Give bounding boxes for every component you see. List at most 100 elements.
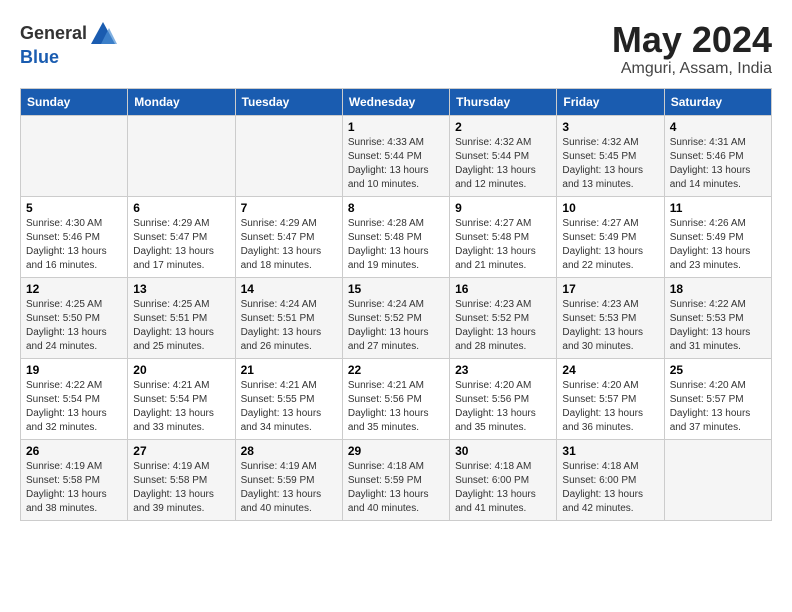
logo-general-text: General — [20, 24, 87, 44]
day-info: Sunrise: 4:22 AMSunset: 5:53 PMDaylight:… — [670, 298, 766, 354]
day-info: Sunrise: 4:32 AMSunset: 5:44 PMDaylight:… — [455, 136, 551, 192]
calendar-cell: 13 Sunrise: 4:25 AMSunset: 5:51 PMDayligh… — [128, 277, 235, 358]
day-number: 2 — [455, 120, 551, 134]
calendar-cell: 14 Sunrise: 4:24 AMSunset: 5:51 PMDayligh… — [235, 277, 342, 358]
day-number: 9 — [455, 201, 551, 215]
day-number: 17 — [562, 282, 658, 296]
calendar-week-row: 19 Sunrise: 4:22 AMSunset: 5:54 PMDayligh… — [21, 358, 772, 439]
day-number: 29 — [348, 444, 444, 458]
day-number: 19 — [26, 363, 122, 377]
calendar-header-row: SundayMondayTuesdayWednesdayThursdayFrid… — [21, 88, 772, 115]
day-info: Sunrise: 4:19 AMSunset: 5:58 PMDaylight:… — [133, 460, 229, 516]
month-title: May 2024 — [612, 20, 772, 60]
day-info: Sunrise: 4:32 AMSunset: 5:45 PMDaylight:… — [562, 136, 658, 192]
day-number: 22 — [348, 363, 444, 377]
calendar-cell: 31 Sunrise: 4:18 AMSunset: 6:00 PMDayligh… — [557, 439, 664, 520]
day-info: Sunrise: 4:26 AMSunset: 5:49 PMDaylight:… — [670, 217, 766, 273]
calendar-cell: 10Sunrise: 4:27 AMSunset: 5:49 PMDayligh… — [557, 196, 664, 277]
day-info: Sunrise: 4:20 AMSunset: 5:57 PMDaylight:… — [562, 379, 658, 435]
calendar-body: 1 Sunrise: 4:33 AMSunset: 5:44 PMDaylight… — [21, 115, 772, 520]
day-number: 13 — [133, 282, 229, 296]
calendar-cell: 29 Sunrise: 4:18 AMSunset: 5:59 PMDayligh… — [342, 439, 449, 520]
calendar-cell: 25Sunrise: 4:20 AMSunset: 5:57 PMDayligh… — [664, 358, 771, 439]
day-info: Sunrise: 4:29 AMSunset: 5:47 PMDaylight:… — [133, 217, 229, 273]
calendar-week-row: 26 Sunrise: 4:19 AMSunset: 5:58 PMDayligh… — [21, 439, 772, 520]
calendar-cell: 6Sunrise: 4:29 AMSunset: 5:47 PMDaylight… — [128, 196, 235, 277]
day-number: 10 — [562, 201, 658, 215]
day-number: 23 — [455, 363, 551, 377]
day-number: 26 — [26, 444, 122, 458]
day-info: Sunrise: 4:31 AMSunset: 5:46 PMDaylight:… — [670, 136, 766, 192]
calendar-cell: 19 Sunrise: 4:22 AMSunset: 5:54 PMDayligh… — [21, 358, 128, 439]
day-info: Sunrise: 4:24 AMSunset: 5:52 PMDaylight:… — [348, 298, 444, 354]
day-number: 27 — [133, 444, 229, 458]
day-number: 5 — [26, 201, 122, 215]
day-info: Sunrise: 4:25 AMSunset: 5:50 PMDaylight:… — [26, 298, 122, 354]
calendar-cell: 7 Sunrise: 4:29 AMSunset: 5:47 PMDaylight… — [235, 196, 342, 277]
day-number: 15 — [348, 282, 444, 296]
calendar-cell — [664, 439, 771, 520]
day-number: 3 — [562, 120, 658, 134]
logo: General Blue — [20, 20, 117, 68]
day-info: Sunrise: 4:23 AMSunset: 5:53 PMDaylight:… — [562, 298, 658, 354]
day-info: Sunrise: 4:18 AMSunset: 5:59 PMDaylight:… — [348, 460, 444, 516]
day-of-week-header: Monday — [128, 88, 235, 115]
day-info: Sunrise: 4:30 AMSunset: 5:46 PMDaylight:… — [26, 217, 122, 273]
day-number: 18 — [670, 282, 766, 296]
day-info: Sunrise: 4:24 AMSunset: 5:51 PMDaylight:… — [241, 298, 337, 354]
calendar-cell: 28Sunrise: 4:19 AMSunset: 5:59 PMDayligh… — [235, 439, 342, 520]
location-title: Amguri, Assam, India — [612, 60, 772, 78]
day-number: 14 — [241, 282, 337, 296]
calendar-week-row: 1 Sunrise: 4:33 AMSunset: 5:44 PMDaylight… — [21, 115, 772, 196]
day-info: Sunrise: 4:19 AMSunset: 5:58 PMDaylight:… — [26, 460, 122, 516]
calendar-cell: 16 Sunrise: 4:23 AMSunset: 5:52 PMDayligh… — [450, 277, 557, 358]
calendar-cell: 26 Sunrise: 4:19 AMSunset: 5:58 PMDayligh… — [21, 439, 128, 520]
day-info: Sunrise: 4:28 AMSunset: 5:48 PMDaylight:… — [348, 217, 444, 273]
day-number: 21 — [241, 363, 337, 377]
calendar-cell: 3 Sunrise: 4:32 AMSunset: 5:45 PMDaylight… — [557, 115, 664, 196]
day-number: 8 — [348, 201, 444, 215]
day-info: Sunrise: 4:25 AMSunset: 5:51 PMDaylight:… — [133, 298, 229, 354]
calendar-cell: 5 Sunrise: 4:30 AMSunset: 5:46 PMDaylight… — [21, 196, 128, 277]
day-of-week-header: Wednesday — [342, 88, 449, 115]
day-info: Sunrise: 4:27 AMSunset: 5:48 PMDaylight:… — [455, 217, 551, 273]
day-info: Sunrise: 4:21 AMSunset: 5:54 PMDaylight:… — [133, 379, 229, 435]
day-info: Sunrise: 4:21 AMSunset: 5:55 PMDaylight:… — [241, 379, 337, 435]
calendar-cell: 15 Sunrise: 4:24 AMSunset: 5:52 PMDayligh… — [342, 277, 449, 358]
day-info: Sunrise: 4:22 AMSunset: 5:54 PMDaylight:… — [26, 379, 122, 435]
day-info: Sunrise: 4:19 AMSunset: 5:59 PMDaylight:… — [241, 460, 337, 516]
day-number: 7 — [241, 201, 337, 215]
calendar-cell: 18 Sunrise: 4:22 AMSunset: 5:53 PMDayligh… — [664, 277, 771, 358]
calendar-cell — [128, 115, 235, 196]
day-number: 11 — [670, 201, 766, 215]
calendar-cell: 20Sunrise: 4:21 AMSunset: 5:54 PMDayligh… — [128, 358, 235, 439]
day-info: Sunrise: 4:18 AMSunset: 6:00 PMDaylight:… — [455, 460, 551, 516]
calendar-cell: 12Sunrise: 4:25 AMSunset: 5:50 PMDayligh… — [21, 277, 128, 358]
calendar-cell: 17 Sunrise: 4:23 AMSunset: 5:53 PMDayligh… — [557, 277, 664, 358]
day-info: Sunrise: 4:23 AMSunset: 5:52 PMDaylight:… — [455, 298, 551, 354]
calendar-cell: 9 Sunrise: 4:27 AMSunset: 5:48 PMDaylight… — [450, 196, 557, 277]
calendar-table: SundayMondayTuesdayWednesdayThursdayFrid… — [20, 88, 772, 521]
day-info: Sunrise: 4:18 AMSunset: 6:00 PMDaylight:… — [562, 460, 658, 516]
day-info: Sunrise: 4:33 AMSunset: 5:44 PMDaylight:… — [348, 136, 444, 192]
day-info: Sunrise: 4:21 AMSunset: 5:56 PMDaylight:… — [348, 379, 444, 435]
day-number: 31 — [562, 444, 658, 458]
day-number: 30 — [455, 444, 551, 458]
calendar-cell — [235, 115, 342, 196]
calendar-week-row: 5 Sunrise: 4:30 AMSunset: 5:46 PMDaylight… — [21, 196, 772, 277]
calendar-week-row: 12Sunrise: 4:25 AMSunset: 5:50 PMDayligh… — [21, 277, 772, 358]
day-number: 1 — [348, 120, 444, 134]
day-number: 24 — [562, 363, 658, 377]
day-number: 25 — [670, 363, 766, 377]
header: General Blue May 2024 Amguri, Assam, Ind… — [20, 20, 772, 78]
calendar-cell — [21, 115, 128, 196]
logo-blue-text: Blue — [20, 47, 59, 67]
day-info: Sunrise: 4:20 AMSunset: 5:56 PMDaylight:… — [455, 379, 551, 435]
day-of-week-header: Thursday — [450, 88, 557, 115]
calendar-cell: 23 Sunrise: 4:20 AMSunset: 5:56 PMDayligh… — [450, 358, 557, 439]
day-of-week-header: Sunday — [21, 88, 128, 115]
calendar-cell: 30 Sunrise: 4:18 AMSunset: 6:00 PMDayligh… — [450, 439, 557, 520]
day-number: 16 — [455, 282, 551, 296]
day-info: Sunrise: 4:29 AMSunset: 5:47 PMDaylight:… — [241, 217, 337, 273]
calendar-cell: 24 Sunrise: 4:20 AMSunset: 5:57 PMDayligh… — [557, 358, 664, 439]
